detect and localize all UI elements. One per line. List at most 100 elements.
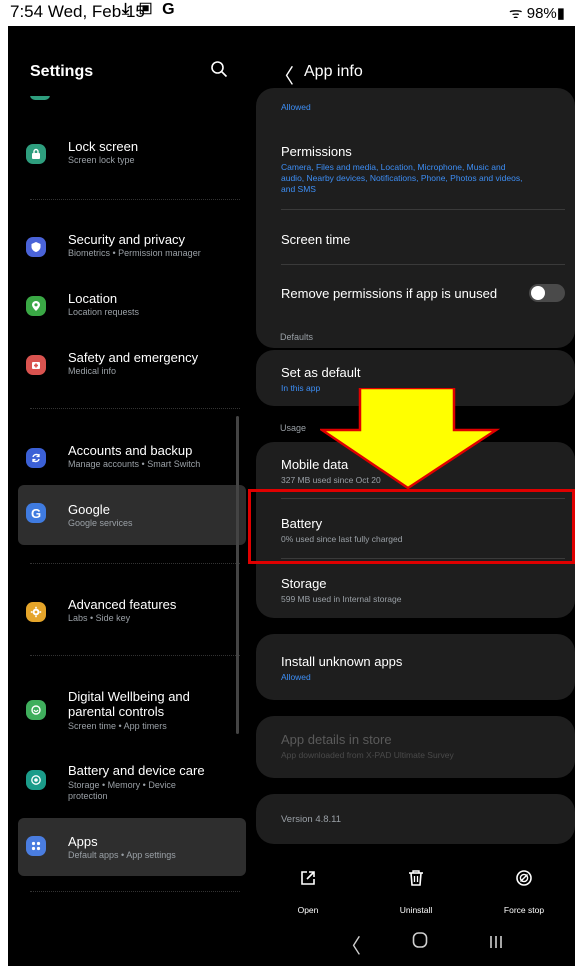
settings-item-google[interactable]: G Google Google services <box>18 485 246 545</box>
nav-home-icon[interactable] <box>412 931 428 955</box>
row-install-unknown-apps[interactable]: Install unknown apps Allowed <box>256 634 575 700</box>
settings-item-advanced[interactable]: Advanced features Labs • Side key <box>18 590 246 642</box>
row-version: Version 4.8.11 <box>256 794 575 844</box>
row-label: Storage <box>281 576 327 591</box>
back-arrow-icon[interactable]: 〈 <box>274 60 294 89</box>
settings-title: Settings <box>30 63 94 80</box>
row-sub: Camera, Files and media, Location, Micro… <box>281 162 506 172</box>
apps-grid-icon <box>26 836 46 856</box>
settings-item-sub-line2: protection <box>68 791 108 801</box>
wellbeing-icon <box>26 700 46 720</box>
row-label: Set as default <box>281 365 361 380</box>
settings-scrollbar[interactable] <box>236 416 239 734</box>
settings-item-sub: Labs • Side key <box>68 613 131 623</box>
row-sub: Allowed <box>281 672 311 682</box>
system-nav-bar: 〈 <box>8 921 575 966</box>
row-allowed-top[interactable]: Allowed <box>256 88 575 118</box>
app-info-title: App info <box>304 63 363 80</box>
divider <box>30 891 240 892</box>
install-unknown-card: Install unknown apps Allowed <box>256 634 575 700</box>
row-remove-permissions[interactable]: Remove permissions if app is unused <box>256 274 575 314</box>
app-details-card: App details in store App downloaded from… <box>256 716 575 778</box>
version-text: Version 4.8.11 <box>281 814 342 825</box>
row-label: App details in store <box>281 732 392 747</box>
settings-item-sub: Default apps • App settings <box>68 850 176 860</box>
force-stop-button[interactable]: Force stop <box>484 869 564 915</box>
settings-item-label: Accounts and backup <box>68 443 193 458</box>
section-header-defaults: Defaults <box>280 332 314 342</box>
settings-item-accounts[interactable]: Accounts and backup Manage accounts • Sm… <box>18 436 246 488</box>
row-sub: 599 MB used in Internal storage <box>281 594 402 604</box>
google-icon: G <box>26 503 46 523</box>
toggle-knob <box>531 286 545 300</box>
search-icon[interactable] <box>210 60 228 78</box>
settings-item-label: Location <box>68 291 118 306</box>
settings-item-label-line2: parental controls <box>68 704 165 719</box>
uninstall-label: Uninstall <box>399 905 433 915</box>
yellow-arrow-annotation <box>320 388 500 490</box>
permissions-card: Allowed Permissions Camera, Files and me… <box>256 88 575 348</box>
divider <box>30 563 240 564</box>
open-label: Open <box>297 905 319 915</box>
settings-item-sub: Medical info <box>68 366 117 376</box>
version-card: Version 4.8.11 <box>256 794 575 844</box>
row-label: Screen time <box>281 232 351 247</box>
settings-item-battery-care[interactable]: Battery and device care Storage • Memory… <box>18 756 246 816</box>
settings-item-sub: Storage • Memory • Device <box>68 780 176 790</box>
uninstall-button[interactable]: Uninstall <box>376 869 456 915</box>
row-screen-time[interactable]: Screen time <box>256 210 575 265</box>
settings-item-apps[interactable]: Apps Default apps • App settings <box>18 818 246 876</box>
sync-icon <box>26 448 46 468</box>
bottom-actions: Open Uninstall Force stop <box>248 851 575 921</box>
row-label: Permissions <box>281 144 352 159</box>
settings-item-location[interactable]: Location Location requests <box>18 284 246 336</box>
settings-item-sub: Google services <box>68 518 133 528</box>
row-app-details: App details in store App downloaded from… <box>256 716 575 778</box>
status-bar: 7:54 Wed, Feb 15 ⤓ ▣ G ᯤ 98%▮ <box>0 0 575 26</box>
settings-header: Settings <box>8 26 246 106</box>
section-header-usage: Usage <box>280 423 307 433</box>
force-stop-label: Force stop <box>503 905 545 915</box>
location-pin-icon <box>26 296 46 316</box>
row-permissions[interactable]: Permissions Camera, Files and media, Loc… <box>256 130 575 210</box>
settings-item-sub: Biometrics • Permission manager <box>68 248 201 258</box>
divider <box>30 199 240 200</box>
settings-item-lock-screen[interactable]: Lock screen Screen lock type <box>18 132 246 184</box>
row-sub: In this app <box>281 383 321 393</box>
nav-recents-icon[interactable] <box>488 933 504 956</box>
settings-item-digital-wellbeing[interactable]: Digital Wellbeing and parental controls … <box>18 682 246 740</box>
status-notification-icons: ⤓ ▣ G <box>122 1 178 18</box>
settings-item-security[interactable]: Security and privacy Biometrics • Permis… <box>18 225 246 277</box>
row-separator <box>281 264 565 265</box>
open-button[interactable]: Open <box>268 869 348 915</box>
settings-item-label: Battery and device care <box>68 763 205 778</box>
settings-item-sub: Location requests <box>68 307 140 317</box>
remove-permissions-toggle[interactable] <box>529 284 565 302</box>
lock-icon <box>26 144 46 164</box>
settings-item-sub: Screen time • App timers <box>68 721 167 731</box>
divider <box>30 655 240 656</box>
status-wifi-battery: ᯤ 98%▮ <box>508 5 565 22</box>
settings-item-label: Apps <box>68 834 98 849</box>
row-label: Remove permissions if app is unused <box>281 286 498 301</box>
row-label: Install unknown apps <box>281 654 403 669</box>
emergency-icon <box>26 355 46 375</box>
row-sub: audio, Nearby devices, Notifications, Ph… <box>281 173 523 183</box>
settings-item-safety[interactable]: Safety and emergency Medical info <box>18 343 246 395</box>
settings-item-sub: Screen lock type <box>68 155 135 165</box>
settings-pane: Settings Lock screen Screen lock type Se… <box>8 26 246 966</box>
open-external-icon <box>301 871 315 885</box>
row-sub: and SMS <box>281 184 316 194</box>
shield-icon <box>26 237 46 257</box>
trash-icon <box>409 870 423 886</box>
settings-item-label: Safety and emergency <box>68 350 199 365</box>
row-sub: App downloaded from X-PAD Ultimate Surve… <box>281 750 454 760</box>
row-sub: Allowed <box>281 102 311 112</box>
nav-back-icon[interactable]: 〈 <box>341 930 361 959</box>
divider <box>30 408 240 409</box>
settings-item-label: Digital Wellbeing and <box>68 689 190 704</box>
row-storage[interactable]: Storage 599 MB used in Internal storage <box>256 560 575 616</box>
gear-plus-icon <box>26 602 46 622</box>
partial-item-top <box>22 96 232 106</box>
device-care-icon <box>26 770 46 790</box>
